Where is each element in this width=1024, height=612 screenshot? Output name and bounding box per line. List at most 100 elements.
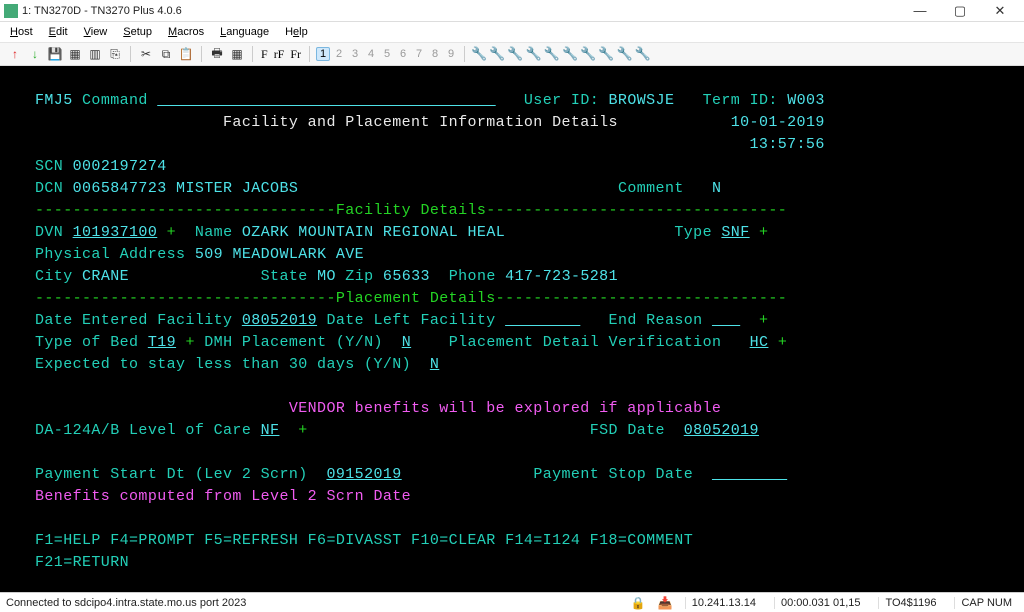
- menu-macros[interactable]: Macros: [162, 26, 210, 38]
- app-icon: [4, 4, 18, 18]
- session-2[interactable]: 2: [332, 48, 346, 60]
- wrench-icon[interactable]: 🔧: [507, 46, 523, 62]
- plus-indicator[interactable]: +: [759, 224, 768, 241]
- menu-language[interactable]: Language: [214, 26, 275, 38]
- date-entered-label: Date Entered Facility: [35, 312, 232, 329]
- type-bed-value[interactable]: T19: [148, 334, 176, 351]
- state-value: MO: [317, 268, 336, 285]
- date-entered-value[interactable]: 08052019: [242, 312, 317, 329]
- dcn-label: DCN: [35, 180, 63, 197]
- scn-label: SCN: [35, 158, 63, 175]
- wrench-icon[interactable]: 🔧: [544, 46, 560, 62]
- paste-icon[interactable]: 📋: [177, 45, 195, 63]
- command-input[interactable]: [157, 92, 495, 109]
- city-value: CRANE: [82, 268, 129, 285]
- name-label: Name: [195, 224, 233, 241]
- terminal-screen[interactable]: FMJ5 Command User ID: BROWSJE Term ID: W…: [0, 66, 1024, 592]
- state-label: State: [261, 268, 308, 285]
- plus-indicator[interactable]: +: [185, 334, 194, 351]
- session-7[interactable]: 7: [412, 48, 426, 60]
- session-4[interactable]: 4: [364, 48, 378, 60]
- wrench-icon[interactable]: 🔧: [562, 46, 578, 62]
- type-value[interactable]: SNF: [721, 224, 749, 241]
- type-bed-label: Type of Bed: [35, 334, 138, 351]
- wrench-icon[interactable]: 🔧: [598, 46, 614, 62]
- plus-indicator[interactable]: +: [778, 334, 787, 351]
- phone-value: 417-723-5281: [505, 268, 618, 285]
- date-left-label: Date Left Facility: [326, 312, 495, 329]
- toolbar: ↑ ↓ 💾 ▦ ▥ ⎘ ✂ ⧉ 📋 🖶 ▦ F rF Fr 1 2 3 4 5 …: [0, 42, 1024, 66]
- termid-value: W003: [787, 92, 825, 109]
- session-3[interactable]: 3: [348, 48, 362, 60]
- copy-icon[interactable]: ⎘: [106, 45, 124, 63]
- wrench-icon[interactable]: 🔧: [526, 46, 542, 62]
- doc2-icon[interactable]: ▥: [86, 45, 104, 63]
- wrench-icon[interactable]: 🔧: [489, 46, 505, 62]
- minimize-button[interactable]: —: [900, 0, 940, 22]
- plus-indicator[interactable]: +: [298, 422, 307, 439]
- benefits-message: Benefits computed from Level 2 Scrn Date: [35, 488, 411, 505]
- wrench-icon[interactable]: 🔧: [580, 46, 596, 62]
- close-button[interactable]: ✕: [980, 0, 1020, 22]
- facility-header: --------------------------------Facility…: [35, 202, 787, 219]
- window-title: 1: TN3270D - TN3270 Plus 4.0.6: [22, 5, 182, 17]
- wrench-icon[interactable]: 🔧: [617, 46, 633, 62]
- fkeys-line1: F1=HELP F4=PROMPT F5=REFRESH F6=DIVASST …: [35, 532, 693, 549]
- title-bar: 1: TN3270D - TN3270 Plus 4.0.6 — ▢ ✕: [0, 0, 1024, 22]
- pdv-label: Placement Detail Verification: [449, 334, 722, 351]
- menu-view[interactable]: View: [78, 26, 114, 38]
- maximize-button[interactable]: ▢: [940, 0, 980, 22]
- page-title: Facility and Placement Information Detai…: [223, 114, 618, 131]
- fsd-date-value[interactable]: 08052019: [684, 422, 759, 439]
- termid-label: Term ID:: [703, 92, 778, 109]
- wrench-icon[interactable]: 🔧: [635, 46, 651, 62]
- font-rf[interactable]: rF: [272, 47, 287, 62]
- font-f[interactable]: F: [259, 47, 270, 62]
- pay-stop-label: Payment Stop Date: [533, 466, 693, 483]
- pay-start-label: Payment Start Dt (Lev 2 Scrn): [35, 466, 308, 483]
- pay-start-value[interactable]: 09152019: [326, 466, 401, 483]
- dvn-value[interactable]: 101937100: [73, 224, 158, 241]
- cut-icon[interactable]: ✂: [137, 45, 155, 63]
- save-icon[interactable]: 💾: [46, 45, 64, 63]
- screen-date: 10-01-2019: [731, 114, 825, 131]
- session-9[interactable]: 9: [444, 48, 458, 60]
- font-fr[interactable]: Fr: [288, 47, 303, 62]
- end-reason-value[interactable]: [712, 312, 740, 329]
- fkeys-line2: F21=RETURN: [35, 554, 129, 571]
- session-5[interactable]: 5: [380, 48, 394, 60]
- session-6[interactable]: 6: [396, 48, 410, 60]
- grid-icon[interactable]: ▦: [228, 45, 246, 63]
- zip-value: 65633: [383, 268, 430, 285]
- phys-addr-value: 509 MEADOWLARK AVE: [195, 246, 364, 263]
- phone-label: Phone: [449, 268, 496, 285]
- dmh-value[interactable]: N: [402, 334, 411, 351]
- plus-indicator[interactable]: +: [759, 312, 768, 329]
- pdv-value[interactable]: HC: [750, 334, 769, 351]
- pay-stop-value[interactable]: [712, 466, 787, 483]
- doc1-icon[interactable]: ▦: [66, 45, 84, 63]
- arrow-down-icon[interactable]: ↓: [26, 45, 44, 63]
- session-8[interactable]: 8: [428, 48, 442, 60]
- date-left-value[interactable]: [505, 312, 580, 329]
- plus-indicator[interactable]: +: [167, 224, 176, 241]
- menu-host[interactable]: Host: [4, 26, 39, 38]
- menu-setup[interactable]: Setup: [117, 26, 158, 38]
- menu-help[interactable]: Help: [279, 26, 314, 38]
- command-label: Command: [82, 92, 148, 109]
- wrench-icon[interactable]: 🔧: [471, 46, 487, 62]
- copy2-icon[interactable]: ⧉: [157, 45, 175, 63]
- num-indicator: NUM: [987, 597, 1012, 609]
- dvn-label: DVN: [35, 224, 63, 241]
- print-icon[interactable]: 🖶: [208, 45, 226, 63]
- userid-value: BROWSJE: [609, 92, 675, 109]
- session-1[interactable]: 1: [316, 47, 330, 61]
- stay30-value[interactable]: N: [430, 356, 439, 373]
- userid-label: User ID:: [524, 92, 599, 109]
- da124-value[interactable]: NF: [261, 422, 280, 439]
- menu-edit[interactable]: Edit: [43, 26, 74, 38]
- scn-value: 0002197274: [73, 158, 167, 175]
- end-reason-label: End Reason: [609, 312, 703, 329]
- timer-value: 00:00.031: [781, 597, 830, 609]
- arrow-up-icon[interactable]: ↑: [6, 45, 24, 63]
